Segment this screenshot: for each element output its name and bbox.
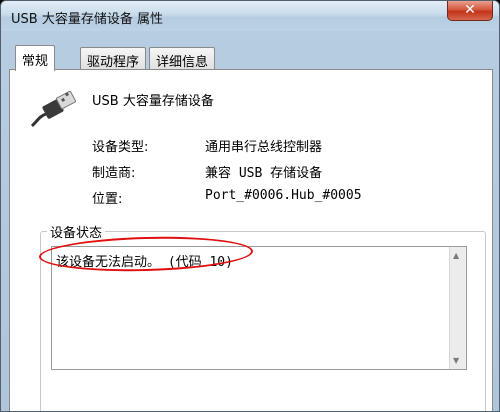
status-scrollbar[interactable]: ▲ ▼ bbox=[449, 247, 466, 369]
location-label: 位置: bbox=[92, 192, 123, 207]
tab-driver[interactable]: 驱动程序 bbox=[80, 47, 147, 70]
close-icon: ✕ bbox=[464, 2, 476, 18]
device-status-legend: 设备状态 bbox=[47, 222, 106, 241]
properties-window: USB 大容量存储设备 属性 ✕ 常规 驱动程序 详细信息 USB 大容量存储设… bbox=[0, 0, 500, 412]
tab-general[interactable]: 常规 bbox=[15, 45, 56, 71]
scroll-down-icon[interactable]: ▼ bbox=[453, 356, 459, 365]
device-status-group: 设备状态 该设备无法启动。 (代码 10) ▲ ▼ bbox=[40, 222, 486, 411]
title-bar[interactable]: USB 大容量存储设备 属性 ✕ bbox=[1, 1, 499, 31]
usb-connector-icon bbox=[30, 90, 77, 128]
scroll-up-icon[interactable]: ▲ bbox=[453, 251, 459, 260]
manufacturer-label: 制造商: bbox=[92, 166, 136, 181]
manufacturer-value: 兼容 USB 存储设备 bbox=[205, 166, 323, 181]
tab-panel-general: USB 大容量存储设备 设备类型: 通用串行总线控制器 制造商: 兼容 USB … bbox=[9, 69, 493, 411]
tab-strip: 常规 驱动程序 详细信息 bbox=[9, 45, 493, 71]
tab-details[interactable]: 详细信息 bbox=[149, 47, 216, 70]
close-button[interactable]: ✕ bbox=[447, 1, 493, 21]
device-status-text: 该设备无法启动。 (代码 10) bbox=[56, 255, 233, 270]
device-type-value: 通用串行总线控制器 bbox=[205, 140, 323, 155]
device-status-textbox[interactable]: 该设备无法启动。 (代码 10) ▲ ▼ bbox=[51, 246, 467, 370]
window-title: USB 大容量存储设备 属性 bbox=[11, 12, 163, 27]
device-name: USB 大容量存储设备 bbox=[92, 94, 214, 109]
device-type-label: 设备类型: bbox=[92, 140, 149, 155]
location-value: Port_#0006.Hub_#0005 bbox=[205, 188, 362, 203]
